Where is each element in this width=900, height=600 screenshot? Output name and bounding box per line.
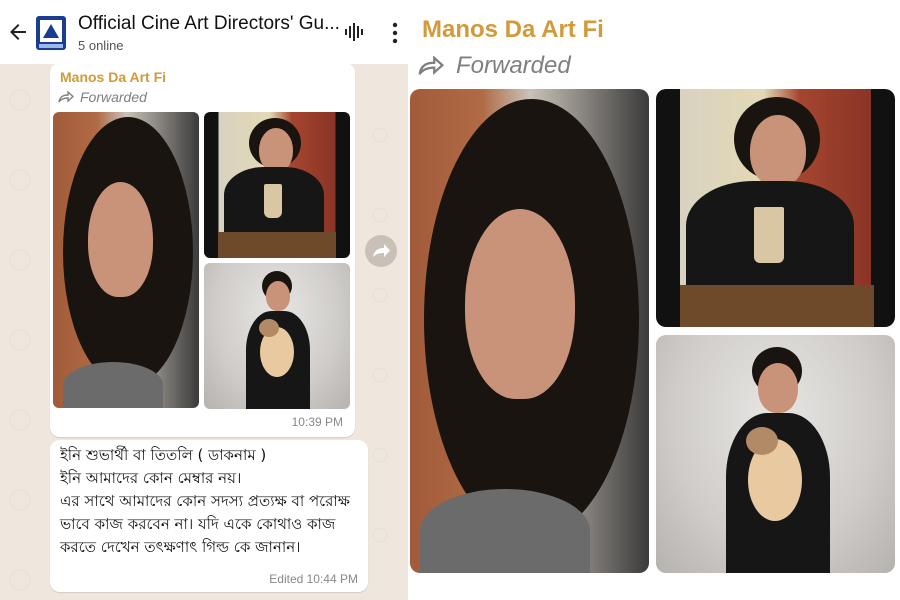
- group-status: 5 online: [78, 38, 124, 53]
- forwarded-text: Forwarded: [80, 89, 147, 105]
- message-text: ইনি শুভার্থী বা তিতলি ( ডাকনাম ) ইনি আমা…: [60, 446, 350, 556]
- zoomed-photo-2[interactable]: [656, 89, 895, 327]
- zoomed-forwarded-text: Forwarded: [456, 52, 571, 79]
- voice-chat-icon[interactable]: [342, 20, 366, 44]
- forwarded-icon: [58, 91, 74, 103]
- zoomed-forwarded-label: Forwarded: [418, 52, 571, 80]
- forwarded-icon: [418, 56, 444, 76]
- message-time: 10:39 PM: [291, 415, 343, 429]
- forward-share-icon: [373, 244, 390, 257]
- zoomed-album-panel: Manos Da Art Fi Forwarded: [408, 0, 900, 600]
- sender-name[interactable]: Manos Da Art Fi: [60, 69, 166, 85]
- text-message-bubble[interactable]: ইনি শুভার্থী বা তিতলি ( ডাকনাম ) ইনি আমা…: [50, 440, 368, 592]
- album-photo-2[interactable]: [204, 112, 350, 258]
- zoomed-photo-1[interactable]: [410, 89, 649, 573]
- message-edited-time: Edited 10:44 PM: [269, 572, 358, 586]
- album-photo-3[interactable]: [204, 263, 350, 409]
- album-message-bubble[interactable]: Manos Da Art Fi Forwarded 10:39 PM: [50, 63, 355, 437]
- chat-panel: Official Cine Art Directors' Gu... 5 onl…: [0, 0, 408, 600]
- zoomed-sender-name[interactable]: Manos Da Art Fi: [422, 16, 604, 44]
- forward-share-button[interactable]: [365, 235, 397, 267]
- group-avatar[interactable]: [36, 16, 66, 50]
- forwarded-label: Forwarded: [58, 89, 147, 105]
- group-name[interactable]: Official Cine Art Directors' Gu...: [78, 13, 340, 35]
- chat-header: Official Cine Art Directors' Gu... 5 onl…: [0, 0, 408, 64]
- arrow-left-icon[interactable]: [6, 20, 30, 44]
- zoomed-photo-3[interactable]: [656, 335, 895, 573]
- album-photo-1[interactable]: [53, 112, 199, 408]
- more-vertical-icon[interactable]: [390, 22, 400, 44]
